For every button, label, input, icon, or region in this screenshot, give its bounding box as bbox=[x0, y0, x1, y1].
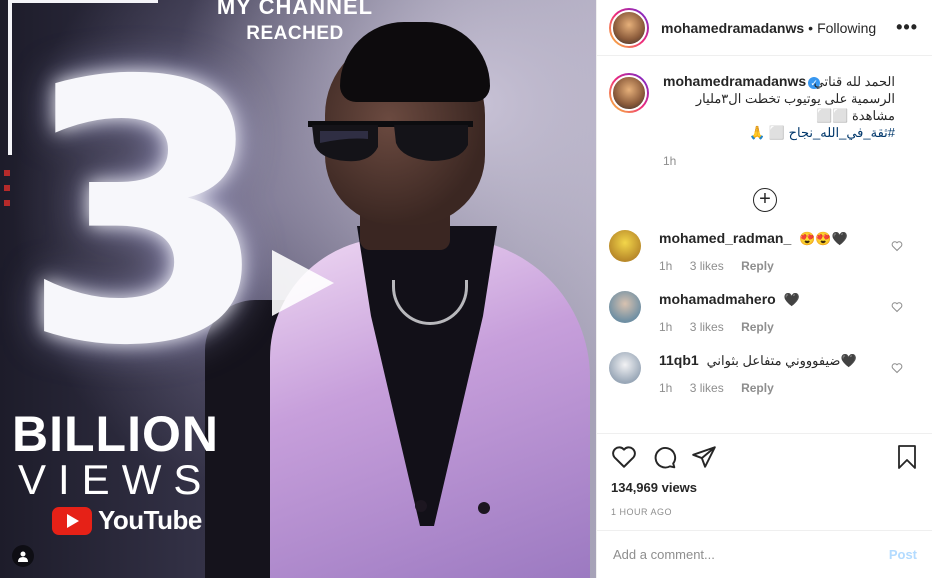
commenter-username[interactable]: 11qb1 bbox=[659, 352, 699, 368]
author-username[interactable]: mohamedramadanws bbox=[661, 20, 804, 36]
post-sidebar: mohamedramadanws • Following ••• mohamed… bbox=[596, 0, 932, 578]
vest-button bbox=[478, 502, 490, 514]
comment-bubble-icon[interactable] bbox=[651, 444, 677, 470]
header-separator: • bbox=[808, 19, 814, 36]
comment-time: 1h bbox=[659, 381, 673, 395]
comment-likes[interactable]: 3 likes bbox=[690, 259, 724, 273]
action-icons bbox=[611, 444, 919, 470]
views-count[interactable]: 134,969 views bbox=[611, 480, 919, 495]
commenter-avatar[interactable] bbox=[609, 352, 641, 384]
views-text: VIEWS bbox=[18, 456, 214, 503]
comment-body: mohamed_radman_ 😍😍🖤 1h 3 likes Reply bbox=[659, 230, 848, 273]
caption-time: 1h bbox=[663, 154, 677, 168]
comment-meta: 1h 3 likes Reply bbox=[659, 381, 857, 395]
caption-avatar[interactable] bbox=[609, 73, 649, 113]
caption-username[interactable]: mohamedramadanws bbox=[663, 73, 806, 89]
add-comment-input[interactable] bbox=[613, 547, 889, 562]
big-number: 3 bbox=[20, 5, 271, 424]
caption-line2: الرسمية على يوتيوب تخطت ال٣مليار مشاهدة … bbox=[695, 91, 895, 123]
frame-line-top bbox=[8, 0, 158, 3]
bookmark-icon[interactable] bbox=[895, 444, 919, 470]
plus-circle-icon[interactable]: + bbox=[753, 188, 777, 212]
frame-line-left bbox=[8, 0, 12, 155]
more-options-icon[interactable]: ••• bbox=[896, 17, 918, 38]
caption-body: mohamedramadanws ✓ الحمد لله قناتي الرسمي… bbox=[663, 73, 895, 170]
comment-likes[interactable]: 3 likes bbox=[690, 320, 724, 334]
commenter-avatar[interactable] bbox=[609, 230, 641, 262]
add-comment-bar: Post bbox=[597, 530, 932, 578]
video-play-button[interactable] bbox=[266, 248, 336, 318]
comments-list[interactable]: mohamedramadanws ✓ الحمد لله قناتي الرسمي… bbox=[597, 57, 932, 433]
comment-text: 🖤 bbox=[783, 292, 800, 307]
comment-item: mohamadmahero 🖤 1h 3 likes Reply bbox=[597, 291, 932, 334]
load-more-comments[interactable]: + bbox=[597, 188, 932, 212]
reply-button[interactable]: Reply bbox=[741, 259, 774, 273]
commenter-username[interactable]: mohamed_radman_ bbox=[659, 230, 791, 246]
user-tag-icon[interactable] bbox=[12, 545, 34, 567]
post-timestamp[interactable]: 1 HOUR AGO bbox=[611, 507, 919, 517]
decor-dots-left bbox=[4, 170, 10, 206]
share-send-icon[interactable] bbox=[691, 444, 717, 470]
following-button[interactable]: Following bbox=[817, 20, 876, 36]
caption-meta: 1h bbox=[663, 153, 895, 170]
like-comment-heart-icon[interactable] bbox=[891, 240, 903, 252]
caption-line3: #ثقة_في_الله_نجاح ⬜ 🙏 bbox=[663, 124, 895, 141]
comment-time: 1h bbox=[659, 320, 673, 334]
comment-text: ضيفوووني متفاعل بثواني🖤 bbox=[706, 353, 857, 368]
comment-text: 😍😍🖤 bbox=[799, 231, 848, 246]
like-comment-heart-icon[interactable] bbox=[891, 362, 903, 374]
reply-button[interactable]: Reply bbox=[741, 381, 774, 395]
comment-body: mohamadmahero 🖤 1h 3 likes Reply bbox=[659, 291, 800, 334]
reply-button[interactable]: Reply bbox=[741, 320, 774, 334]
youtube-logo: YouTube bbox=[52, 505, 202, 536]
comment-time: 1h bbox=[659, 259, 673, 273]
commenter-avatar[interactable] bbox=[609, 291, 641, 323]
like-comment-heart-icon[interactable] bbox=[891, 301, 903, 313]
post-comment-button[interactable]: Post bbox=[889, 547, 917, 562]
post-media[interactable]: MY CHANNEL REACHED 3 BILLION VIEWS YouTu… bbox=[0, 0, 596, 578]
comment-body: 11qb1 ضيفوووني متفاعل بثواني🖤 1h 3 likes… bbox=[659, 352, 857, 395]
author-avatar[interactable] bbox=[609, 7, 649, 48]
comment-item: 11qb1 ضيفوووني متفاعل بثواني🖤 1h 3 likes… bbox=[597, 352, 932, 395]
caption-hashtag[interactable]: #ثقة_في_الله_نجاح bbox=[789, 125, 895, 140]
billion-text: BILLION bbox=[12, 406, 219, 462]
sunglasses bbox=[308, 121, 473, 162]
caption-emoji: ⬜ 🙏 bbox=[749, 125, 786, 140]
like-heart-icon[interactable] bbox=[611, 444, 637, 470]
youtube-wordmark: YouTube bbox=[98, 505, 202, 535]
comment-likes[interactable]: 3 likes bbox=[690, 381, 724, 395]
youtube-play-icon bbox=[52, 506, 92, 535]
post-header: mohamedramadanws • Following ••• bbox=[597, 0, 932, 56]
vest-button bbox=[415, 500, 427, 512]
caption: mohamedramadanws ✓ الحمد لله قناتي الرسمي… bbox=[597, 57, 932, 170]
comment-meta: 1h 3 likes Reply bbox=[659, 320, 800, 334]
post-actions: 134,969 views 1 HOUR AGO bbox=[597, 433, 932, 517]
commenter-username[interactable]: mohamadmahero bbox=[659, 291, 776, 307]
comment-meta: 1h 3 likes Reply bbox=[659, 259, 848, 273]
comment-item: mohamed_radman_ 😍😍🖤 1h 3 likes Reply bbox=[597, 230, 932, 273]
